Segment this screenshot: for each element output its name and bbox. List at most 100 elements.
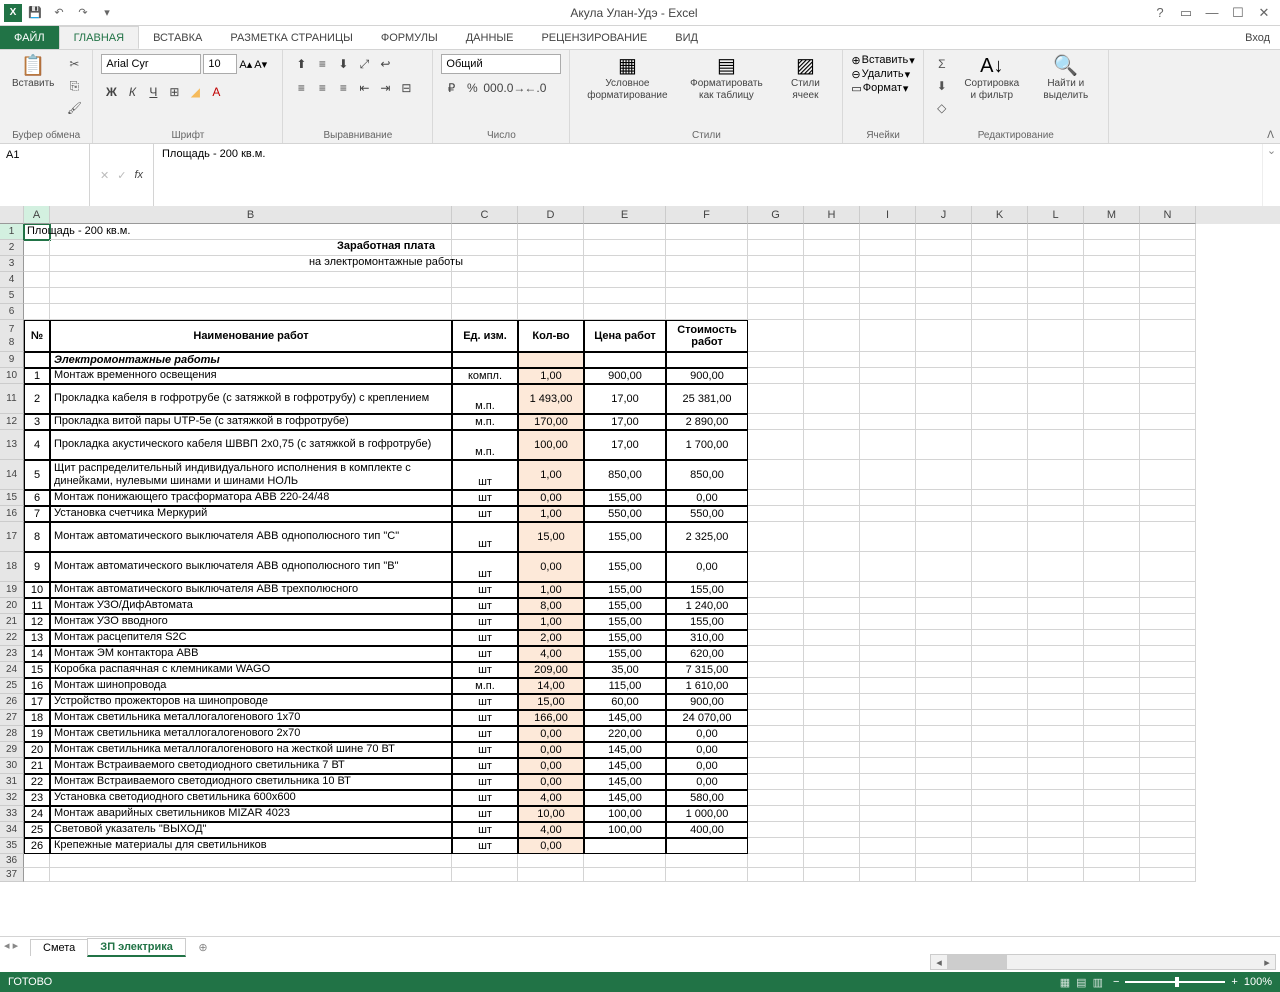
cell[interactable] [584,868,666,882]
cell[interactable]: 0,00 [666,726,748,742]
row-header[interactable]: 31 [0,774,24,790]
cell[interactable] [748,838,804,854]
cell[interactable] [1084,694,1140,710]
cell[interactable] [804,822,860,838]
cell[interactable] [748,460,804,490]
cell[interactable] [804,582,860,598]
cell[interactable] [972,320,1028,352]
cell[interactable]: 0,00 [666,742,748,758]
cell[interactable] [916,710,972,726]
cut-icon[interactable]: ✂ [64,54,84,74]
cell[interactable] [584,352,666,368]
cell[interactable] [748,224,804,240]
cell[interactable] [748,822,804,838]
cell[interactable] [1028,726,1084,742]
cell[interactable]: 145,00 [584,774,666,790]
row-header[interactable]: 19 [0,582,24,598]
row-header[interactable]: 3 [0,256,24,272]
cell[interactable]: 25 [24,822,50,838]
cell[interactable]: 1 [24,368,50,384]
cell[interactable] [748,352,804,368]
cell[interactable] [972,678,1028,694]
row-header[interactable]: 23 [0,646,24,662]
sheet-tab[interactable]: ЗП электрика [87,938,186,957]
cell[interactable]: 7 315,00 [666,662,748,678]
cell[interactable] [972,822,1028,838]
cell[interactable] [748,854,804,868]
cell[interactable] [916,320,972,352]
find-select-button[interactable]: 🔍 Найти и выделить [1032,54,1100,104]
cell[interactable] [24,352,50,368]
cell[interactable] [916,726,972,742]
cell[interactable]: 1 610,00 [666,678,748,694]
cell[interactable]: 155,00 [584,614,666,630]
cell[interactable] [804,384,860,414]
cell[interactable] [916,522,972,552]
cell[interactable] [748,414,804,430]
cell[interactable] [1084,646,1140,662]
cell[interactable] [804,662,860,678]
row-header[interactable]: 26 [0,694,24,710]
cell[interactable] [860,614,916,630]
view-page-layout-icon[interactable]: ▤ [1076,976,1086,989]
cell[interactable]: 155,00 [584,522,666,552]
cell[interactable]: 145,00 [584,758,666,774]
align-top-icon[interactable]: ⬆ [291,54,311,74]
cell[interactable] [860,288,916,304]
cell[interactable] [1084,368,1140,384]
cell[interactable]: 0,00 [518,726,584,742]
cell[interactable]: шт [452,790,518,806]
cell[interactable] [748,522,804,552]
cell[interactable] [584,224,666,240]
cell[interactable] [972,598,1028,614]
cell[interactable] [972,506,1028,522]
cell[interactable] [748,490,804,506]
cancel-formula-icon[interactable]: ✕ [100,169,109,182]
cell[interactable] [1028,304,1084,320]
minimize-icon[interactable]: — [1202,5,1222,21]
cell[interactable]: Кол-во [518,320,584,352]
sheet-nav[interactable]: ◂ ▸ [4,939,18,952]
cell[interactable] [1084,774,1140,790]
cell[interactable]: Световой указатель "ВЫХОД" [50,822,452,838]
cell[interactable] [916,806,972,822]
cell[interactable] [860,272,916,288]
cell[interactable] [1140,630,1196,646]
cell[interactable] [748,774,804,790]
cell[interactable] [748,506,804,522]
decrease-decimal-icon[interactable]: ←.0 [525,78,545,98]
help-icon[interactable]: ? [1150,5,1170,21]
cell[interactable]: Стоимость работ [666,320,748,352]
cell[interactable] [804,646,860,662]
row-header[interactable]: 2 [0,240,24,256]
cell[interactable] [1084,806,1140,822]
cell[interactable] [860,806,916,822]
cell[interactable] [860,506,916,522]
cell[interactable]: компл. [452,368,518,384]
tab-insert[interactable]: ВСТАВКА [139,26,216,49]
cell[interactable] [972,662,1028,678]
row-header[interactable]: 18 [0,552,24,582]
cell[interactable]: 2 890,00 [666,414,748,430]
cell[interactable] [1028,710,1084,726]
cell[interactable] [860,598,916,614]
cell[interactable] [804,240,860,256]
cell[interactable] [804,630,860,646]
cell[interactable]: Монтаж шинопровода [50,678,452,694]
cell[interactable] [666,272,748,288]
cell[interactable] [452,304,518,320]
cell[interactable] [748,694,804,710]
cell[interactable] [1028,598,1084,614]
cell[interactable] [916,854,972,868]
cell[interactable]: 8,00 [518,598,584,614]
cell[interactable] [860,414,916,430]
col-header[interactable]: M [1084,206,1140,224]
cell[interactable] [1028,678,1084,694]
cell[interactable]: 10,00 [518,806,584,822]
cell[interactable] [804,678,860,694]
cell[interactable] [1028,854,1084,868]
cell[interactable]: 20 [24,742,50,758]
cell[interactable] [748,758,804,774]
cell[interactable] [916,414,972,430]
cell[interactable]: Монтаж автоматического выключателя АВВ о… [50,522,452,552]
